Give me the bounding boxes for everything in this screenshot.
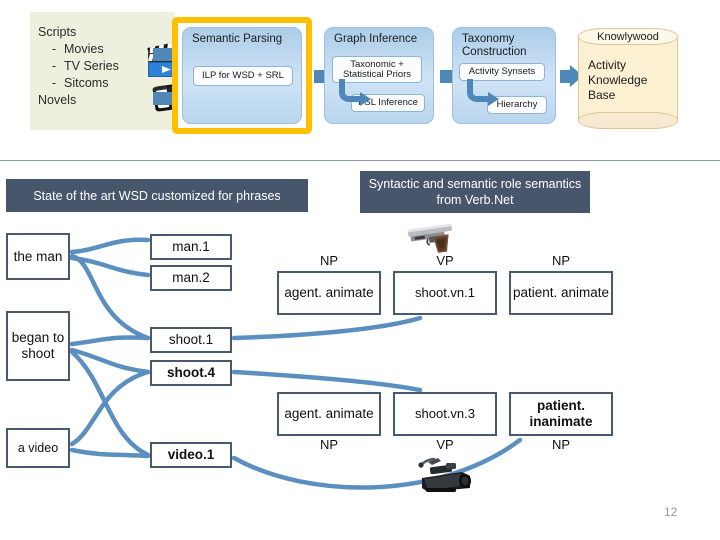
database-title: Knowlywood	[597, 31, 659, 43]
phrase-box-a-video[interactable]: a video	[6, 428, 70, 468]
taxonomy-hook-arrow	[467, 79, 499, 106]
role-box-patient-animate[interactable]: patient. animate	[509, 271, 613, 315]
handgun-image	[407, 223, 452, 253]
tag-np-patient-top: NP	[551, 253, 571, 268]
verbnet-banner: Syntactic and semantic role semantics fr…	[360, 171, 590, 213]
role-box-agent-animate-bottom[interactable]: agent. animate	[277, 392, 381, 436]
tag-vp-top: VP	[436, 253, 454, 268]
link-shoot4-shootvn3	[231, 369, 423, 393]
source-item-novels: Novels	[38, 93, 77, 107]
link-began-shoot1	[69, 335, 151, 347]
link-avideo-video1	[69, 447, 151, 459]
tag-np-agent-bottom: NP	[319, 437, 339, 452]
sense-box-shoot-1[interactable]: shoot.1	[150, 327, 232, 353]
role-box-shoot-vn-1[interactable]: shoot.vn.1	[393, 271, 497, 315]
role-box-shoot-vn-3[interactable]: shoot.vn.3	[393, 392, 497, 436]
link-began-video1	[69, 349, 151, 458]
stage-taxonomy-construction: Taxonomy Construction Activity Synsets H…	[452, 27, 556, 124]
pipeline-source-panel: Scripts - Movies - TV Series - Sitcoms Nove…	[30, 12, 186, 130]
link-theman-shoot1	[69, 253, 151, 341]
link-began-shoot4	[69, 347, 151, 375]
source-item-tvseries: - TV Series	[52, 59, 119, 73]
role-box-patient-inanimate[interactable]: patient. inanimate	[509, 392, 613, 436]
slide-canvas: Scripts - Movies - TV Series - Sitcoms Nove…	[0, 0, 720, 540]
pipeline-source-list: Scripts - Movies - TV Series - Sitcoms Nove…	[38, 24, 119, 109]
sense-box-shoot-4[interactable]: shoot.4	[150, 360, 232, 386]
sense-box-video-1[interactable]: video.1	[150, 442, 232, 468]
database-text: Activity Knowledge Base	[588, 58, 648, 102]
stage-graph-inference: Graph Inference Taxonomic + Statistical …	[324, 27, 434, 124]
chip-ilp-wsd-srl: ILP for WSD + SRL	[193, 66, 293, 86]
stage-semantic-parsing: Semantic Parsing ILP for WSD + SRL	[182, 27, 302, 124]
wsd-banner: State of the art WSD customized for phra…	[6, 179, 308, 212]
source-item-sitcoms: - Sitcoms	[52, 76, 109, 90]
section-divider	[0, 160, 720, 161]
page-number: 12	[664, 505, 678, 519]
tag-np-patient-bottom: NP	[551, 437, 571, 452]
link-theman-man1	[69, 237, 151, 255]
tag-vp-bottom: VP	[436, 437, 454, 452]
phrase-box-the-man[interactable]: the man	[6, 233, 70, 280]
stage-graph-inference-title: Graph Inference	[334, 33, 418, 45]
link-avideo-shoot4	[69, 369, 151, 447]
sense-box-man-2[interactable]: man.2	[150, 265, 232, 291]
database-bottom-ellipse	[578, 112, 678, 129]
pipeline-diagram: Scripts - Movies - TV Series - Sitcoms Nove…	[0, 0, 720, 150]
stage-semantic-parsing-title: Semantic Parsing	[192, 33, 283, 45]
camcorder-image	[418, 457, 471, 492]
phrase-box-began-to-shoot[interactable]: began to shoot	[6, 311, 70, 381]
tag-np-agent-top: NP	[319, 253, 339, 268]
role-box-agent-animate-top[interactable]: agent. animate	[277, 271, 381, 315]
link-theman-man2	[69, 255, 151, 278]
sense-box-man-1[interactable]: man.1	[150, 234, 232, 260]
knowlywood-database: Knowlywood Activity Knowledge Base	[578, 28, 678, 129]
stage-taxonomy-construction-title: Taxonomy Construction	[462, 33, 527, 58]
link-shoot1-shootvn1	[231, 315, 423, 341]
graph-inference-hook-arrow	[339, 79, 371, 106]
source-item-movies: - Movies	[52, 42, 104, 56]
source-title: Scripts	[38, 25, 77, 39]
